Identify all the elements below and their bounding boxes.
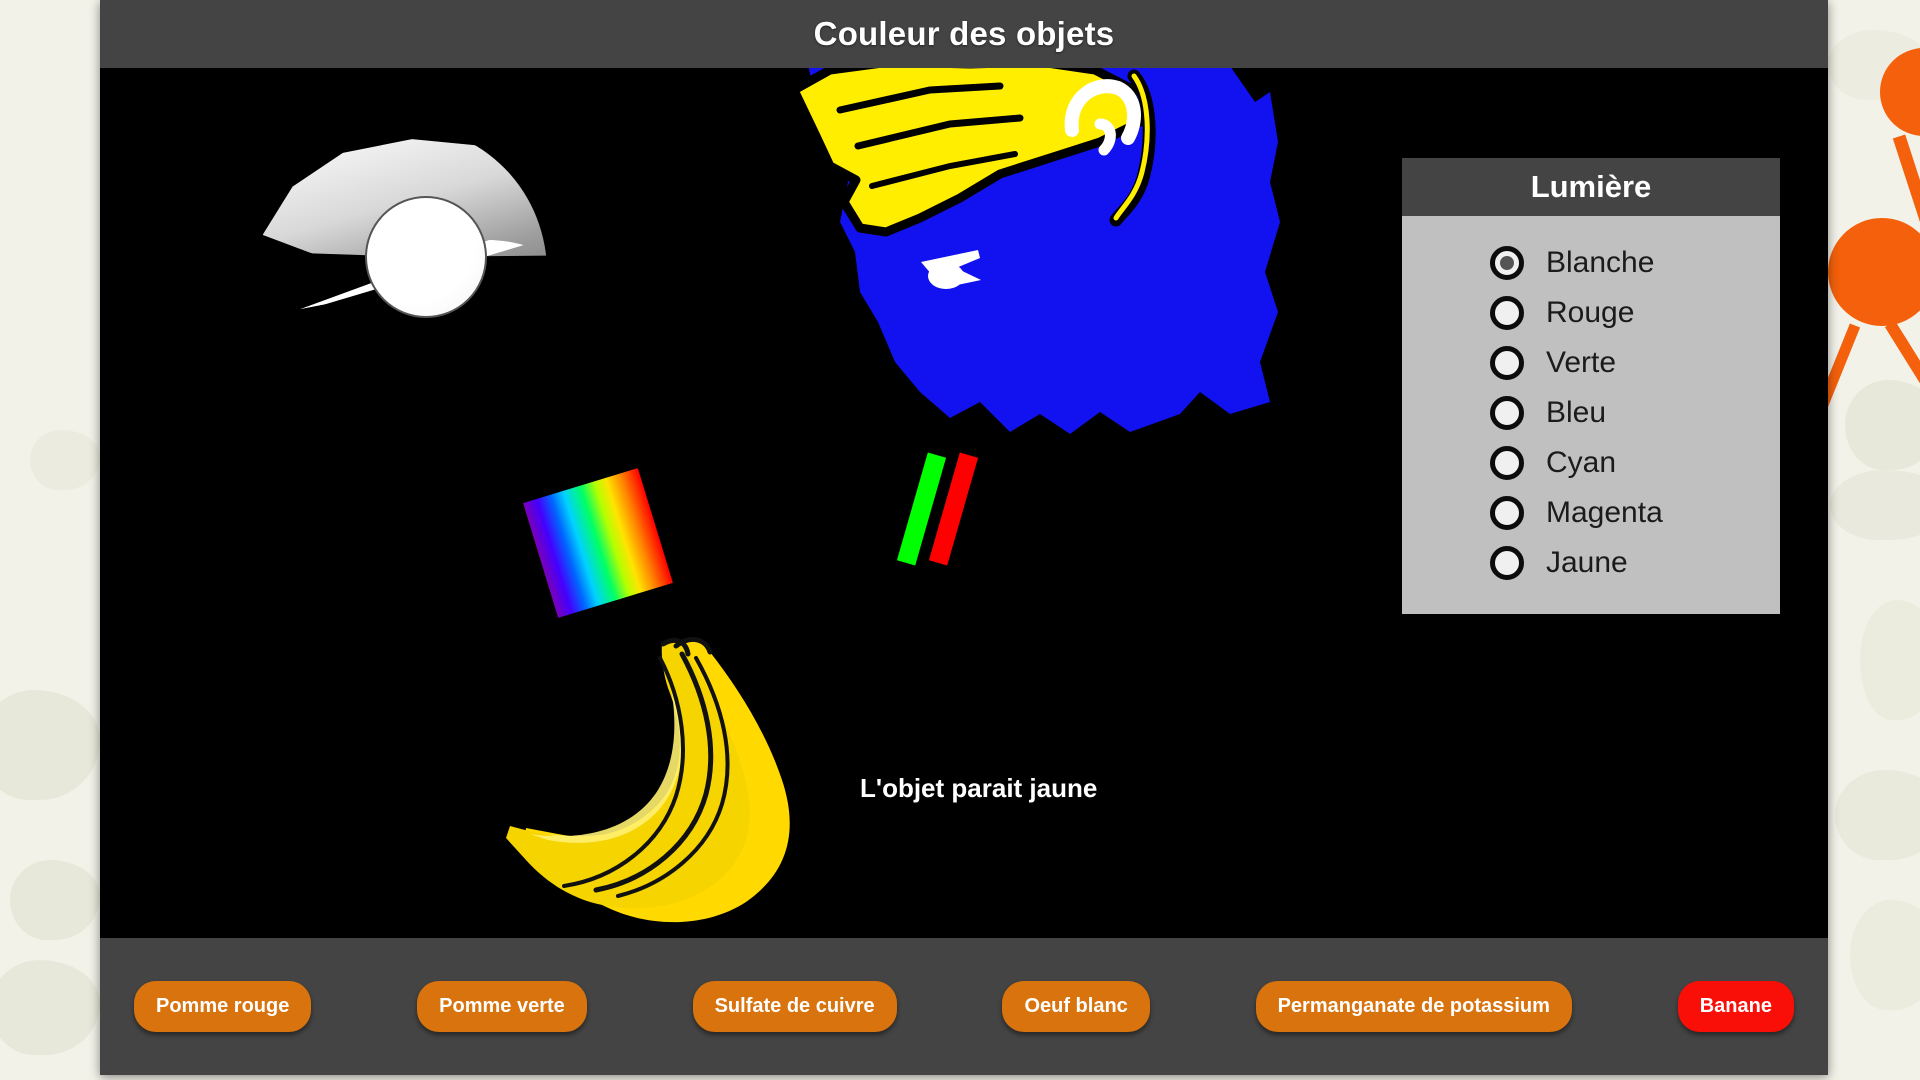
lamp-bulb xyxy=(365,196,487,318)
light-option-label: Cyan xyxy=(1546,446,1617,479)
radio-icon[interactable] xyxy=(1490,296,1524,330)
light-options-list: Blanche Rouge Verte Bleu Cyan Magenta Ja… xyxy=(1402,216,1780,614)
object-button-oeuf-blanc[interactable]: Oeuf blanc xyxy=(1002,981,1150,1032)
light-selector-panel: Lumière Blanche Rouge Verte Bleu Cyan Ma… xyxy=(1402,158,1780,614)
spectrum-strip-icon xyxy=(523,468,673,618)
radio-icon[interactable] xyxy=(1490,496,1524,530)
light-option-magenta[interactable]: Magenta xyxy=(1402,488,1780,538)
object-button-pomme-verte[interactable]: Pomme verte xyxy=(417,981,587,1032)
bg-blotch xyxy=(1835,770,1920,860)
light-option-label: Jaune xyxy=(1546,546,1628,579)
molecule-bond xyxy=(1892,134,1920,234)
bg-blotch xyxy=(10,860,100,940)
bg-blotch xyxy=(30,430,100,490)
radio-icon[interactable] xyxy=(1490,396,1524,430)
light-option-cyan[interactable]: Cyan xyxy=(1402,438,1780,488)
light-option-blanche[interactable]: Blanche xyxy=(1402,238,1780,288)
window-header: Couleur des objets xyxy=(100,0,1828,68)
light-panel-title: Lumière xyxy=(1530,169,1652,204)
radio-icon[interactable] xyxy=(1490,446,1524,480)
object-button-banane[interactable]: Banane xyxy=(1677,981,1794,1032)
bg-blotch xyxy=(1830,470,1920,540)
light-option-bleu[interactable]: Bleu xyxy=(1402,388,1780,438)
radio-icon[interactable] xyxy=(1490,546,1524,580)
character-head-icon xyxy=(800,68,1330,482)
light-option-label: Rouge xyxy=(1546,296,1635,329)
bg-blotch xyxy=(1860,600,1920,720)
light-option-label: Blanche xyxy=(1546,246,1655,279)
bg-blotch xyxy=(1850,900,1920,1010)
light-option-jaune[interactable]: Jaune xyxy=(1402,538,1780,588)
simulation-stage: L'objet parait jaune Lumière Blanche Rou… xyxy=(100,68,1828,938)
light-option-label: Bleu xyxy=(1546,396,1607,429)
object-status-text: L'objet parait jaune xyxy=(860,773,1098,803)
light-option-rouge[interactable]: Rouge xyxy=(1402,288,1780,338)
light-option-verte[interactable]: Verte xyxy=(1402,338,1780,388)
light-panel-header: Lumière xyxy=(1402,158,1780,216)
light-option-label: Verte xyxy=(1546,346,1617,379)
object-button-pomme-rouge[interactable]: Pomme rouge xyxy=(134,981,312,1032)
object-button-permanganate-de-potassium[interactable]: Permanganate de potassium xyxy=(1255,981,1572,1032)
object-button-bar: Pomme rouge Pomme verte Sulfate de cuivr… xyxy=(122,981,1806,1032)
bg-blotch xyxy=(0,960,100,1055)
molecule-atom xyxy=(1828,218,1920,326)
page-title: Couleur des objets xyxy=(813,15,1115,52)
light-option-label: Magenta xyxy=(1546,496,1663,529)
banana-icon xyxy=(500,628,880,938)
bg-blotch xyxy=(1845,380,1920,470)
desk-lamp-icon xyxy=(275,128,565,318)
window-footer: Pomme rouge Pomme verte Sulfate de cuivr… xyxy=(100,938,1828,1075)
object-button-sulfate-de-cuivre[interactable]: Sulfate de cuivre xyxy=(692,981,897,1032)
radio-icon[interactable] xyxy=(1490,346,1524,380)
simulation-window: Couleur des objets L'objet parait jaune … xyxy=(100,0,1828,1075)
bg-blotch xyxy=(0,690,100,800)
radio-icon[interactable] xyxy=(1490,246,1524,280)
